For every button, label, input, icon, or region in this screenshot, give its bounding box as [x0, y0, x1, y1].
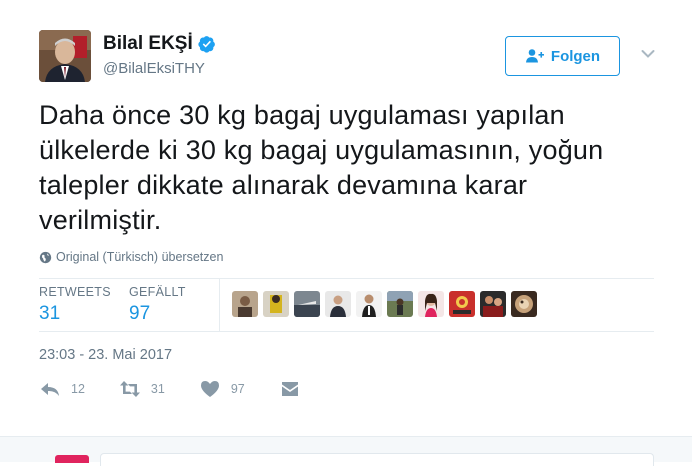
likes-label: GEFÄLLT: [129, 285, 186, 299]
stats-separator: [219, 279, 220, 331]
divider-bottom: [39, 331, 654, 332]
translate-link[interactable]: Original (Türkisch) übersetzen: [39, 250, 223, 264]
retweets-label: RETWEETS: [39, 285, 111, 299]
follow-button-label: Folgen: [550, 47, 601, 65]
display-name[interactable]: Bilal EKŞİ: [103, 33, 193, 55]
retweets-stat[interactable]: RETWEETS 31: [39, 285, 111, 325]
liker-avatar[interactable]: [294, 291, 320, 317]
retweets-count[interactable]: 31: [39, 303, 111, 325]
retweet-icon: [119, 381, 140, 397]
liker-avatar[interactable]: [418, 291, 444, 317]
liker-avatar[interactable]: [511, 291, 537, 317]
tweet-actions: 12 31 97: [39, 379, 335, 399]
liker-avatar[interactable]: [387, 291, 413, 317]
reply-input[interactable]: [100, 453, 654, 466]
translate-label: Original (Türkisch) übersetzen: [56, 250, 224, 264]
likes-count[interactable]: 97: [129, 303, 186, 325]
liker-avatars: [232, 291, 537, 317]
add-user-icon: [525, 49, 544, 63]
retweet-count: 31: [150, 382, 165, 396]
reply-avatar: [55, 455, 89, 463]
like-action[interactable]: 97: [199, 379, 245, 399]
divider-top: [39, 278, 654, 279]
reply-count: 12: [71, 382, 85, 396]
envelope-icon: [281, 382, 298, 396]
reply-area: [0, 436, 692, 466]
follow-button[interactable]: Folgen: [505, 36, 620, 76]
globe-icon: [39, 251, 52, 263]
tweet-timestamp[interactable]: 23:03 - 23. Mai 2017: [39, 347, 172, 363]
direct-message-action[interactable]: [279, 379, 301, 399]
retweet-action[interactable]: 31: [119, 379, 165, 399]
likes-stat[interactable]: GEFÄLLT 97: [129, 285, 186, 325]
liker-avatar[interactable]: [356, 291, 382, 317]
reply-icon: [41, 383, 59, 396]
liker-avatar[interactable]: [480, 291, 506, 317]
liker-avatar[interactable]: [449, 291, 475, 317]
avatar-image: [39, 30, 91, 82]
avatar[interactable]: [39, 30, 91, 82]
user-name-row[interactable]: Bilal EKŞİ: [103, 33, 216, 55]
liker-avatar[interactable]: [325, 291, 351, 317]
liker-avatar[interactable]: [263, 291, 289, 317]
user-handle[interactable]: @BilalEksiTHY: [103, 60, 205, 77]
tweet-card: Bilal EKŞİ @BilalEksiTHY Folgen Daha önc…: [0, 0, 692, 436]
tweet-text: Daha önce 30 kg bagaj uygulaması yapılan…: [39, 100, 604, 235]
chevron-down-icon[interactable]: [641, 49, 655, 59]
verified-badge-icon: [198, 36, 215, 53]
liker-avatar[interactable]: [232, 291, 258, 317]
reply-action[interactable]: 12: [39, 379, 85, 399]
heart-icon: [200, 381, 219, 397]
like-count: 97: [230, 382, 245, 396]
